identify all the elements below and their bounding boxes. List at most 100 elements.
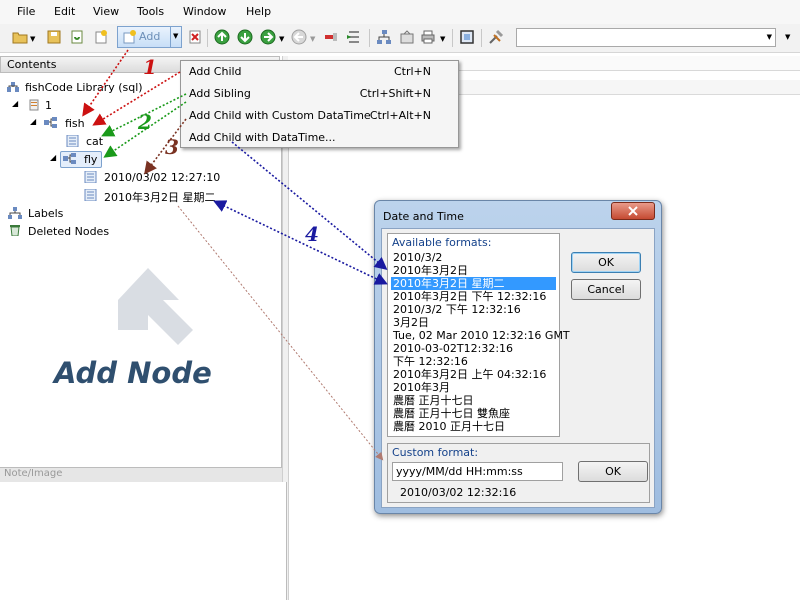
dialog-close-button[interactable] [611, 202, 655, 220]
tools-icon[interactable] [488, 29, 504, 45]
format-option[interactable]: 2010年3月2日 下午 12:32:16 [391, 290, 556, 303]
format-option[interactable]: 2010年3月2日 上午 04:32:16 [391, 368, 556, 381]
add-context-menu: Add Child Ctrl+N Add Sibling Ctrl+Shift+… [180, 60, 459, 148]
menu-file[interactable]: File [17, 5, 35, 18]
open-folder-icon[interactable] [12, 29, 28, 45]
new-item-icon[interactable] [93, 29, 109, 45]
format-option[interactable]: 下午 12:32:16 [391, 355, 556, 368]
indent-icon[interactable] [346, 29, 362, 45]
library-icon [7, 82, 19, 92]
tree-node-label: fly [84, 153, 98, 166]
dropdown-arrow-icon[interactable]: ▼ [440, 35, 445, 43]
toolbar-overflow-icon[interactable]: ▼ [785, 33, 790, 41]
toolbar-separator [207, 29, 208, 47]
format-option[interactable]: 3月2日 [391, 316, 556, 329]
delete-icon[interactable] [187, 29, 203, 45]
menu-add-child-datetime[interactable]: Add Child with DataTime... [189, 128, 451, 148]
note-title: Note/Image [4, 468, 63, 479]
menu-view[interactable]: View [93, 5, 119, 18]
format-option[interactable]: 2010年3月2日 [391, 264, 556, 277]
tree-node-label: 1 [45, 99, 52, 112]
save-icon[interactable] [46, 29, 62, 45]
node-tree-icon [44, 117, 57, 128]
expanded-arrow-icon[interactable]: ◢ [50, 153, 56, 162]
format-option[interactable]: 2010/3/2 下午 12:32:16 [391, 303, 556, 316]
node-tree-icon [63, 153, 76, 164]
menu-item-label: Add Child with Custom DataTime [189, 109, 371, 122]
menu-item-label: Add Child [189, 65, 242, 78]
custom-ok-button[interactable]: OK [578, 461, 648, 482]
custom-format-group: Custom format: OK 2010/03/02 12:32:16 [387, 443, 650, 503]
menu-add-sibling[interactable]: Add Sibling Ctrl+Shift+N [189, 84, 451, 104]
move-up-icon[interactable] [214, 29, 230, 45]
document-icon [84, 189, 97, 201]
menu-help[interactable]: Help [246, 5, 271, 18]
labels-icon [8, 207, 22, 219]
format-option[interactable]: 農曆 正月十七日 雙魚座 [391, 407, 556, 420]
format-option[interactable]: 農曆 正月十七日 [391, 394, 556, 407]
menu-add-child[interactable]: Add Child Ctrl+N [189, 62, 451, 82]
date-time-dialog: Date and Time Available formats: 2010/3/… [374, 200, 662, 514]
expanded-arrow-icon[interactable]: ◢ [12, 99, 18, 108]
menu-add-child-custom-datetime[interactable]: Add Child with Custom DataTime Ctrl+Alt+… [189, 106, 451, 126]
print-icon[interactable] [420, 29, 436, 45]
outdent-icon[interactable] [323, 29, 339, 45]
close-icon [628, 206, 638, 216]
expanded-arrow-icon[interactable]: ◢ [30, 117, 36, 126]
toolbar-separator [481, 29, 482, 47]
dropdown-arrow-icon[interactable]: ▼ [767, 33, 772, 41]
menu-window[interactable]: Window [183, 5, 226, 18]
fullscreen-icon[interactable] [459, 29, 475, 45]
add-dropdown-toggle[interactable]: ▼ [170, 27, 183, 47]
toolbar-separator [369, 29, 370, 47]
dropdown-arrow-icon[interactable]: ▼ [30, 35, 35, 43]
menu-item-label: Add Sibling [189, 87, 251, 100]
menu-item-label: Add Child with DataTime... [189, 131, 336, 144]
format-option[interactable]: 2010/3/2 [391, 251, 556, 264]
dropdown-arrow-icon: ▼ [173, 32, 179, 40]
step-3-label: 3 [165, 135, 179, 159]
tree-node-label: fish [65, 117, 85, 130]
go-back-icon[interactable] [291, 29, 307, 45]
move-down-icon[interactable] [237, 29, 253, 45]
add-node-heading: Add Node [54, 356, 212, 390]
recycle-bin-icon [10, 225, 20, 236]
menu-item-shortcut: Ctrl+N [393, 65, 431, 78]
format-option[interactable]: 2010年3月 [391, 381, 556, 394]
contents-title: Contents [7, 58, 57, 71]
add-node-icon [123, 30, 136, 44]
cancel-button[interactable]: Cancel [571, 279, 641, 300]
note-pane[interactable] [0, 482, 287, 600]
menu-tools[interactable]: Tools [137, 5, 164, 18]
add-button[interactable]: Add ▼ [117, 26, 182, 48]
dropdown-arrow-icon[interactable]: ▼ [310, 35, 315, 43]
search-combo[interactable]: ▼ [516, 28, 776, 47]
step-1-label: 1 [143, 55, 157, 79]
go-forward-icon[interactable] [260, 29, 276, 45]
refresh-icon[interactable] [69, 29, 85, 45]
dropdown-arrow-icon[interactable]: ▼ [279, 35, 284, 43]
tree-node-label: Deleted Nodes [28, 225, 110, 238]
ok-button[interactable]: OK [571, 252, 641, 273]
tree-node-label: 2010年3月2日 星期二 [104, 191, 216, 204]
custom-format-label: Custom format: [392, 446, 479, 459]
step-2-label: 2 [138, 110, 152, 134]
tree-node-label: Labels [28, 207, 64, 220]
export-icon[interactable] [399, 29, 415, 45]
add-button-label: Add [139, 30, 161, 43]
toolbar-separator [452, 29, 453, 47]
format-option[interactable]: Tue, 02 Mar 2010 12:32:16 GMT [391, 329, 570, 342]
tree-node-label: fishCode Library (sql) [25, 81, 143, 94]
format-option[interactable]: 2010年3月2日 星期二 [391, 277, 556, 290]
available-formats-group: Available formats: 2010/3/2 2010年3月2日 2010… [387, 233, 570, 437]
format-option[interactable]: 2010-03-02T12:32:16 [391, 342, 556, 355]
menu-item-shortcut: Ctrl+Alt+N [369, 109, 431, 122]
menu-item-shortcut: Ctrl+Shift+N [359, 87, 431, 100]
menu-edit[interactable]: Edit [54, 5, 75, 18]
tree-node-label: cat [86, 135, 104, 148]
document-icon [84, 171, 97, 183]
custom-format-input[interactable] [392, 462, 563, 481]
database-icon [29, 99, 39, 111]
format-option[interactable]: 農曆 2010 正月十七日 [391, 420, 556, 433]
hierarchy-icon[interactable] [376, 29, 392, 45]
